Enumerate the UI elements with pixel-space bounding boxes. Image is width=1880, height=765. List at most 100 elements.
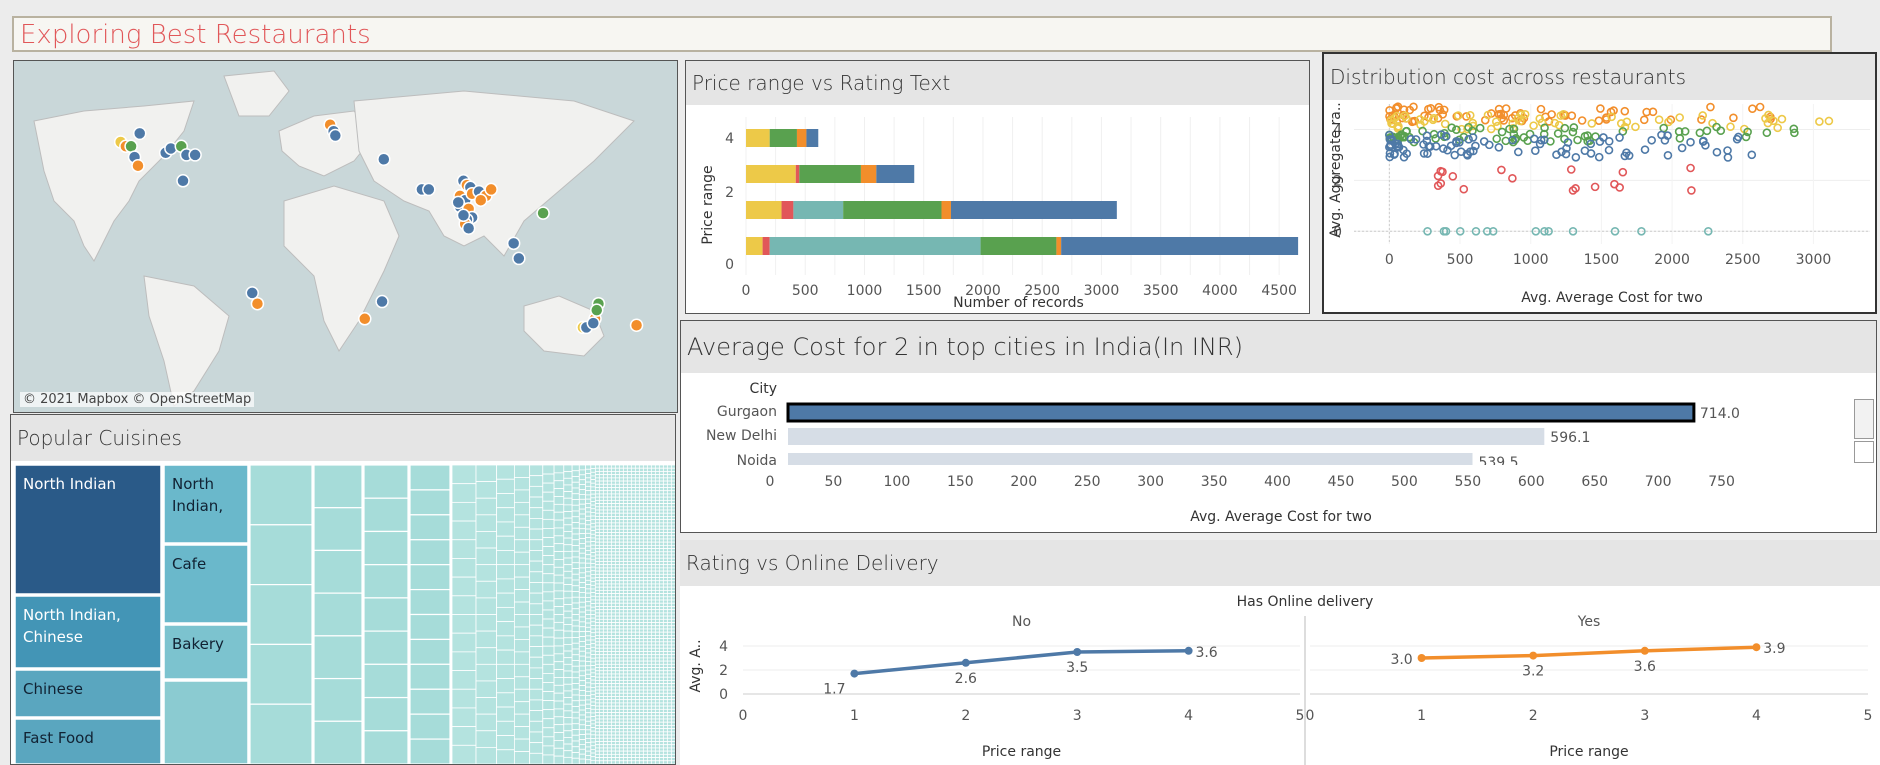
cuisine-tile (594, 503, 600, 508)
cuisine-tile (529, 688, 544, 701)
cuisine-tile (630, 731, 636, 736)
map-attribution[interactable]: © 2021 Mapbox © OpenStreetMap (20, 392, 255, 407)
cuisine-tile (658, 551, 664, 556)
cuisine-tile (666, 628, 672, 633)
map-panel[interactable]: © 2021 Mapbox © OpenStreetMap (13, 60, 678, 413)
distribution-chart[interactable]: 0 500 1000 1500 2000 2500 3000420Avg. Aggregat… (1324, 100, 1875, 312)
price-rating-chart[interactable]: 0 500 1000 1500 2000 2500 3000 3500 4000 4500420P… (686, 105, 1309, 313)
cuisines-treemap[interactable]: North IndianNorth Indian,ChineseChineseF… (11, 461, 675, 764)
cuisine-tile (610, 731, 616, 736)
cuisine-tile (630, 557, 636, 562)
cuisine-tile (634, 471, 640, 476)
cuisine-tile (626, 631, 632, 636)
cuisine-tile (638, 618, 644, 623)
cuisine-tile (658, 689, 664, 694)
map-point[interactable] (456, 208, 471, 223)
cuisine-tile (571, 476, 580, 483)
cuisine-tile (590, 712, 596, 717)
cuisine-tile (602, 680, 608, 685)
cuisine-tile (622, 509, 628, 514)
cuisine-tile (594, 573, 600, 578)
cuisine-tile (626, 480, 632, 485)
cuisine-tile (610, 464, 616, 469)
cuisine-tile (618, 609, 624, 614)
x-tick-label: 750 (1708, 474, 1735, 490)
map-point[interactable] (176, 174, 190, 188)
map-point[interactable] (377, 152, 391, 166)
avg-cost-chart[interactable]: CityGurgaon 714.0New Delhi 596.1Noida 539.5… (681, 373, 1876, 532)
cuisine-tile (602, 487, 608, 492)
cuisine-tile (614, 663, 620, 668)
cuisine-tile (563, 537, 573, 546)
map-point[interactable] (250, 296, 265, 311)
map-point[interactable] (188, 148, 202, 162)
cuisine-tile (409, 464, 451, 491)
cuisine-tile (654, 535, 660, 540)
cuisine-tile (658, 541, 664, 546)
map-point[interactable] (474, 193, 488, 207)
cuisine-tile (650, 589, 656, 595)
cuisine-tile (622, 686, 628, 691)
cuisine-tile (642, 570, 648, 575)
scrollbar-thumb[interactable] (1854, 399, 1874, 439)
map-point[interactable] (132, 126, 147, 141)
cuisine-tile (658, 477, 664, 482)
cuisine-tile (610, 744, 616, 749)
cuisine-tile (642, 474, 648, 479)
map-point[interactable] (422, 182, 436, 197)
map-point[interactable] (506, 236, 521, 251)
delivery-chart[interactable]: Has Online deliveryNo0 1 2 3 4 5Price range1.… (680, 586, 1880, 765)
cuisine-tile (622, 503, 628, 508)
map-point[interactable] (484, 182, 498, 197)
cuisine-tile (614, 676, 620, 681)
cuisine-tile (634, 561, 640, 566)
cuisine-tile (658, 554, 664, 559)
cuisine-tile (590, 533, 596, 539)
cuisine-tile (670, 506, 675, 511)
map-point[interactable] (589, 303, 604, 317)
map-point[interactable] (451, 195, 466, 210)
world-map[interactable] (14, 61, 677, 412)
map-point[interactable] (375, 294, 389, 309)
cuisine-tile (634, 557, 640, 562)
cuisine-tile (622, 483, 628, 488)
cuisine-tile (626, 737, 632, 742)
cuisine-tile (654, 480, 660, 485)
cuisine-tile (602, 760, 608, 764)
cuisine-tile (451, 707, 477, 728)
map-point[interactable] (629, 318, 644, 333)
cuisine-tile (666, 728, 672, 733)
cuisine-tile (658, 660, 664, 665)
cuisine-tile (594, 493, 600, 498)
cuisine-tile (662, 499, 668, 504)
cuisine-tile (666, 744, 672, 749)
cuisine-tile (626, 493, 632, 498)
cuisine-tile (594, 464, 600, 469)
map-point[interactable] (131, 158, 145, 173)
cuisine-tile (529, 614, 544, 626)
map-point[interactable] (512, 251, 526, 266)
cuisine-tile (634, 580, 640, 585)
cuisine-tile (666, 760, 672, 764)
x-tick-label: 150 (947, 474, 974, 490)
map-point[interactable] (328, 128, 343, 143)
cuisine-tile (634, 699, 640, 704)
map-point[interactable] (358, 312, 372, 326)
cuisine-tile (642, 651, 648, 656)
cuisine-tile (614, 474, 620, 479)
cuisine-tile (626, 564, 632, 569)
cuisine-tile (658, 583, 664, 588)
map-point[interactable] (461, 221, 476, 235)
map-point[interactable] (586, 316, 601, 330)
cuisine-tile (646, 744, 652, 749)
cuisine-tile (666, 696, 672, 701)
cuisine-tile (642, 715, 648, 720)
scrollbar-arrow[interactable] (1854, 441, 1874, 463)
map-point[interactable] (536, 206, 550, 220)
cuisine-tile (650, 737, 656, 742)
cuisine-tile (594, 599, 600, 604)
cuisine-tile (642, 599, 648, 604)
cuisine-tile (634, 551, 640, 556)
cuisine-tile (614, 538, 620, 543)
cuisine-tile (249, 643, 313, 705)
